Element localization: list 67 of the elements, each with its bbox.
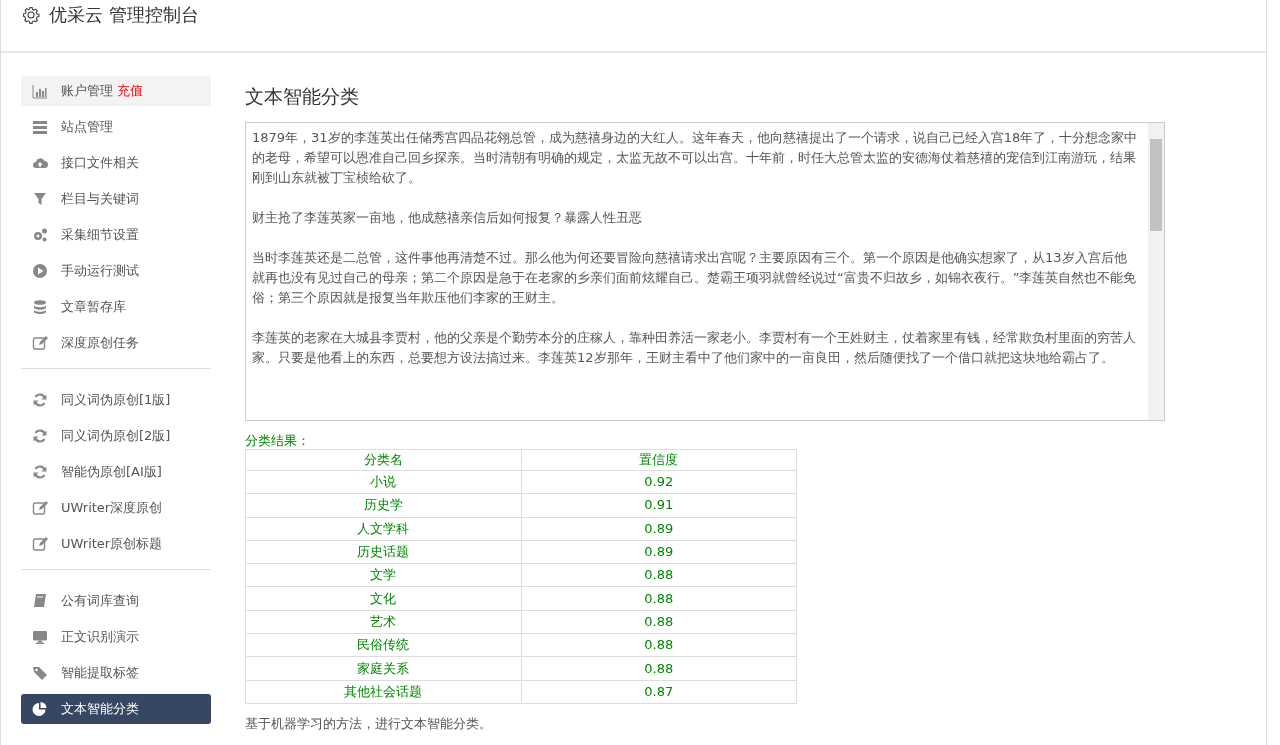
app-title: 优采云 管理控制台 xyxy=(49,4,199,26)
table-cell: 0.88 xyxy=(521,610,797,634)
table-cell: 人文学科 xyxy=(245,517,521,541)
sidebar-item[interactable]: 智能提取标签 xyxy=(21,658,211,688)
table-cell: 文化 xyxy=(245,587,521,611)
pie-chart-icon xyxy=(32,701,48,717)
sidebar-item[interactable]: 手动运行测试 xyxy=(21,256,211,286)
sidebar-item[interactable]: 文章暂存库 xyxy=(21,292,211,322)
column-header: 分类名 xyxy=(245,449,521,471)
book-icon xyxy=(32,593,48,609)
table-cell: 0.88 xyxy=(521,587,797,611)
sidebar-item[interactable]: 正文识别演示 xyxy=(21,622,211,652)
text-input-field[interactable] xyxy=(245,122,1165,421)
sidebar-item[interactable]: 智能伪原创[AI版] xyxy=(21,457,211,487)
monitor-icon xyxy=(32,629,48,645)
table-cell: 0.92 xyxy=(521,470,797,494)
paragraph: 当时李莲英还是二总管，这件事他再清楚不过。那么他为何还要冒险向慈禧请求出宫呢？主要原因有三个。第一个原因是他确实想家了，从13岁入宫后他就再也没有见过自己的母亲；第二个原因是急于在老家的乡亲们面前炫耀自己。楚霸王项羽就曾经说过“富贵不归故乡，如锦衣夜行。”李莲英自然也不能免俗；第三个原因就是报复当年欺压他们李家的王财主。 xyxy=(252,249,1138,307)
filter-icon xyxy=(32,191,48,207)
table-cell: 历史学 xyxy=(245,493,521,518)
sidebar-item[interactable]: 文本智能分类 xyxy=(21,694,211,724)
sidebar-item[interactable]: 栏目与关键词 xyxy=(21,184,211,214)
sidebar-item[interactable]: 站点管理 xyxy=(21,112,211,142)
table-cell: 历史话题 xyxy=(245,540,521,564)
sidebar-item[interactable]: UWriter原创标题 xyxy=(21,529,211,559)
cloud-upload-icon xyxy=(32,155,48,171)
edit-icon xyxy=(32,500,48,516)
scrollbar[interactable] xyxy=(1148,123,1164,420)
database-icon xyxy=(32,299,48,315)
sidebar-item[interactable]: 账户管理 充值 xyxy=(21,76,211,106)
server-icon xyxy=(32,119,48,135)
table-cell: 0.87 xyxy=(521,680,797,704)
sidebar-item[interactable]: 公有词库查询 xyxy=(21,586,211,616)
sidebar-item[interactable]: 同义词伪原创[1版] xyxy=(21,385,211,415)
table-cell: 0.91 xyxy=(521,493,797,518)
sidebar-item[interactable]: 深度原创任务 xyxy=(21,328,211,358)
table-cell: 其他社会话题 xyxy=(245,680,521,704)
description-text: 基于机器学习的方法，进行文本智能分类。 xyxy=(245,715,493,733)
result-label: 分类结果： xyxy=(245,433,311,449)
table-cell: 0.88 xyxy=(521,563,797,587)
play-icon xyxy=(32,263,48,279)
edit-icon xyxy=(32,335,48,351)
paragraph: 1879年，31岁的李莲英出任储秀宫四品花翎总管，成为慈禧身边的大红人。这年春天，他向慈禧提出了一个请求，说自己已经入宫18年了，十分想念家中的老母，希望可以恩准自己回乡探亲。当时清朝有明确的规定，太监无故不可以出宫。十年前，时任大总管太监的安德海仗着慈禧的宠信到江南游玩，结果刚到山东就被丁宝桢给砍了。 xyxy=(252,129,1138,187)
table-cell: 家庭关系 xyxy=(245,656,521,681)
table-cell: 艺术 xyxy=(245,610,521,634)
table-cell: 文学 xyxy=(245,563,521,587)
refresh-icon xyxy=(32,392,48,408)
sidebar-item[interactable]: 采集细节设置 xyxy=(21,220,211,250)
settings-icon xyxy=(22,6,40,24)
edit-icon xyxy=(32,536,48,552)
refresh-icon xyxy=(32,428,48,444)
paragraph: 财主抢了李莲英家一亩地，他成慈禧亲信后如何报复？暴露人性丑恶 xyxy=(252,209,643,227)
table-cell: 民俗传统 xyxy=(245,633,521,657)
gears-icon xyxy=(32,227,48,243)
page-title: 文本智能分类 xyxy=(245,84,360,108)
table-cell: 0.89 xyxy=(521,517,797,541)
column-header: 置信度 xyxy=(521,449,797,471)
table-cell: 0.88 xyxy=(521,633,797,657)
bar-chart-icon xyxy=(32,83,48,99)
paragraph: 李莲英的老家在大城县李贾村，他的父亲是个勤劳本分的庄稼人，靠种田养活一家老小。李贾村有一个王姓财主，仗着家里有钱，经常欺负村里面的穷苦人家。只要是他看上的东西，总要想方设法搞过来。李莲英12岁那年，王财主看中了他们家中的一亩良田，然后随便找了一个借口就把这块地给霸占了。 xyxy=(252,329,1137,367)
tag-icon xyxy=(32,665,48,681)
table-cell: 小说 xyxy=(245,470,521,494)
sidebar-item[interactable]: UWriter深度原创 xyxy=(21,493,211,523)
refresh-icon xyxy=(32,464,48,480)
sidebar-item[interactable]: 同义词伪原创[2版] xyxy=(21,421,211,451)
table-cell: 0.89 xyxy=(521,540,797,564)
sidebar-item[interactable]: 接口文件相关 xyxy=(21,148,211,178)
table-cell: 0.88 xyxy=(521,656,797,681)
